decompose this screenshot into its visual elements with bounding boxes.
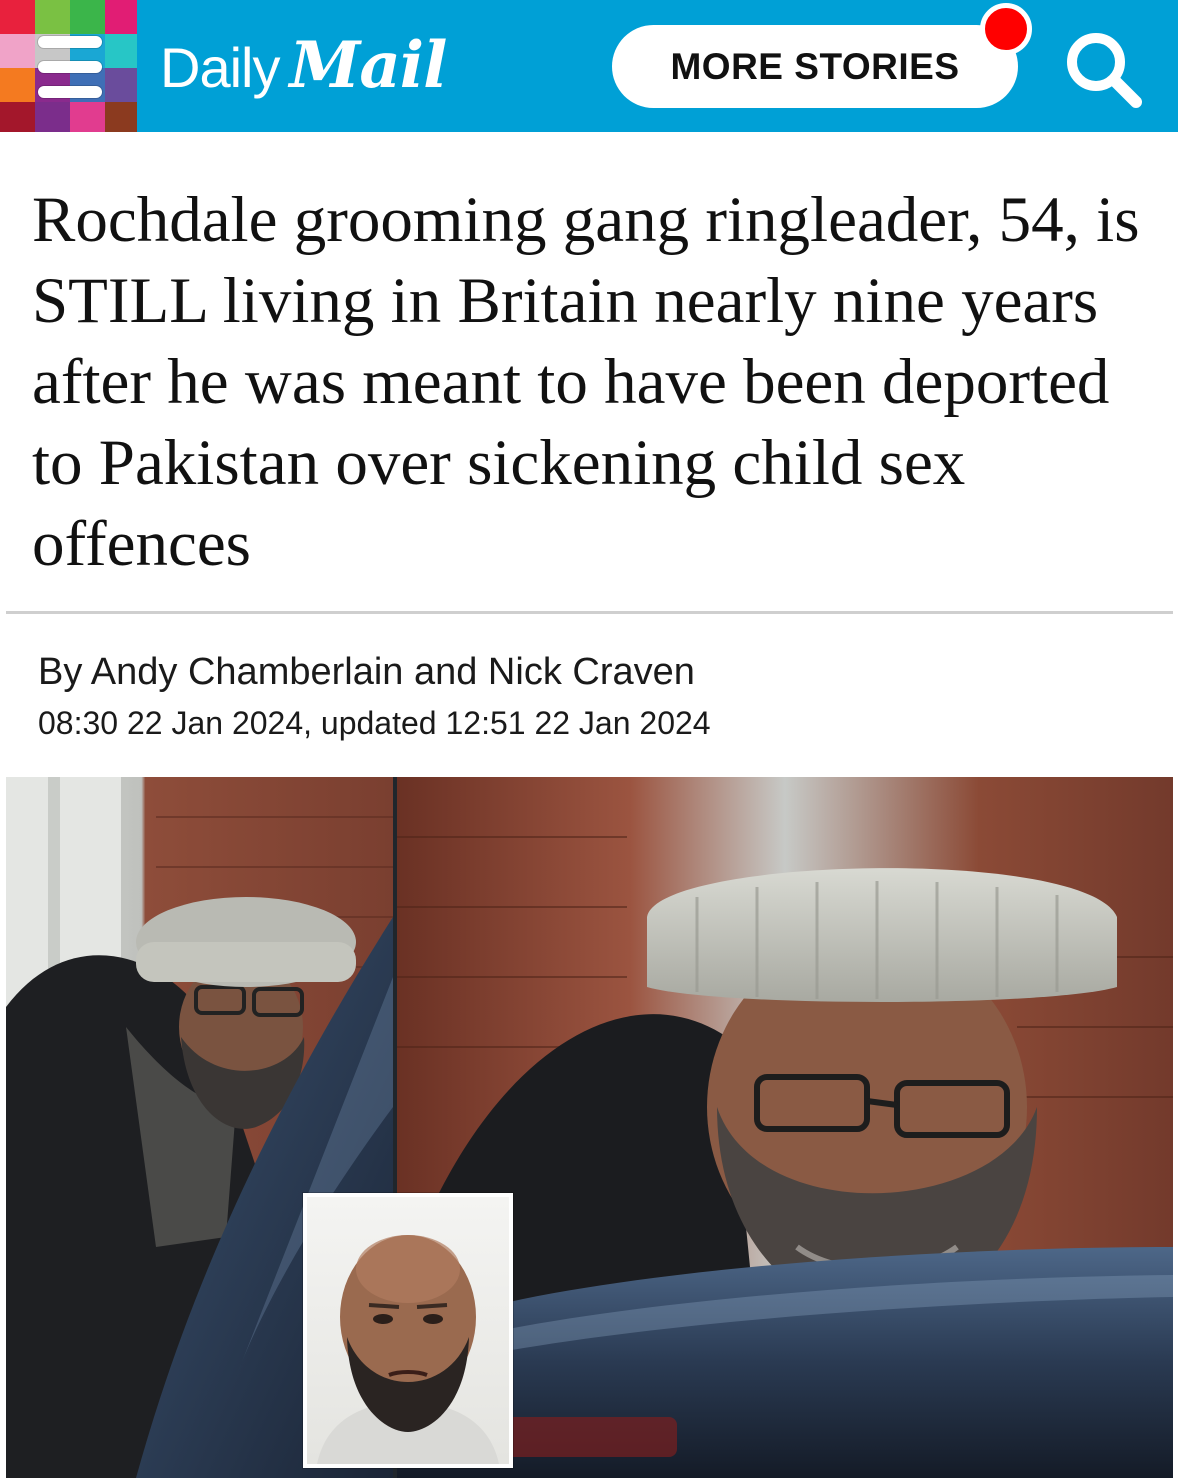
article-headline: Rochdale grooming gang ringleader, 54, i… bbox=[32, 184, 1140, 580]
article-hero-image[interactable] bbox=[6, 777, 1173, 1478]
search-icon[interactable] bbox=[1058, 24, 1148, 114]
more-stories-label: MORE STORIES bbox=[670, 45, 960, 87]
article-byline: By Andy Chamberlain and Nick Craven bbox=[38, 651, 695, 693]
photo-right-panel bbox=[397, 777, 1173, 1478]
site-logo[interactable]: Daily Mail bbox=[160, 28, 447, 108]
logo-mail-text: Mail bbox=[289, 28, 447, 103]
headline-divider bbox=[6, 611, 1173, 614]
site-header: Daily Mail MORE STORIES bbox=[0, 0, 1178, 132]
menu-button[interactable] bbox=[0, 0, 137, 132]
logo-daily-text: Daily bbox=[160, 36, 280, 99]
more-stories-button[interactable]: MORE STORIES bbox=[612, 25, 1018, 108]
article-dateline: 08:30 22 Jan 2024, updated 12:51 22 Jan … bbox=[38, 705, 711, 741]
hamburger-menu-icon bbox=[38, 36, 102, 98]
inset-mugshot-image bbox=[303, 1193, 513, 1468]
notification-dot bbox=[980, 3, 1032, 55]
